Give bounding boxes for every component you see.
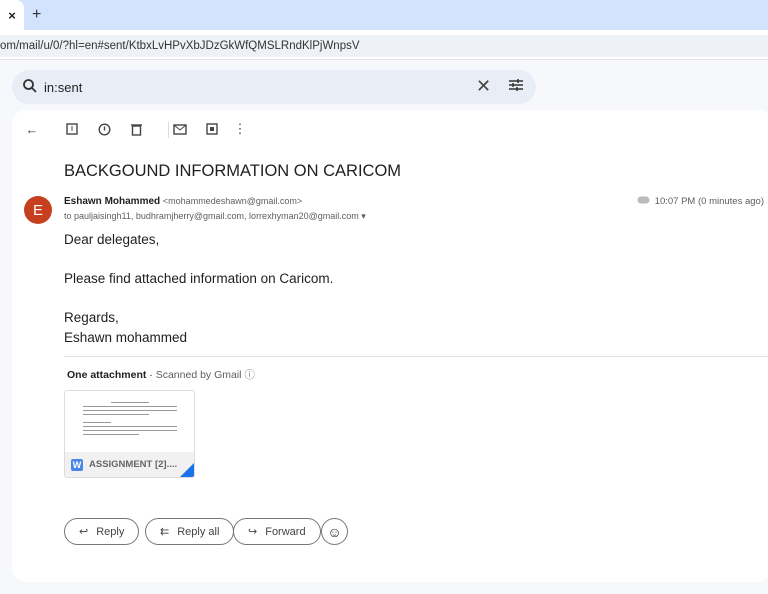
archive-icon[interactable] bbox=[62, 120, 82, 138]
search-options-icon[interactable] bbox=[508, 77, 524, 98]
body-line: Regards, bbox=[64, 310, 119, 325]
email-body: Dear delegates, Please find attached inf… bbox=[64, 230, 333, 347]
reply-all-button[interactable]: ⇇ Reply all bbox=[145, 518, 235, 545]
sender: Eshawn Mohammed <mohammedeshawn@gmail.co… bbox=[64, 196, 302, 207]
sender-email: <mohammedeshawn@gmail.com> bbox=[162, 196, 303, 206]
smiley-icon: ☺ bbox=[327, 523, 342, 540]
mark-unread-icon[interactable] bbox=[170, 120, 190, 138]
info-icon[interactable]: ⓘ bbox=[244, 369, 255, 381]
divider bbox=[64, 356, 768, 357]
body-line: Dear delegates, bbox=[64, 232, 160, 247]
attachment-header: One attachment · Scanned by Gmail ⓘ bbox=[67, 369, 255, 381]
forward-icon: ↪ bbox=[248, 526, 258, 538]
back-arrow-icon[interactable]: ← bbox=[22, 120, 42, 138]
clear-search-icon[interactable]: ✕ bbox=[476, 76, 491, 97]
delete-icon[interactable] bbox=[126, 120, 146, 138]
body-line: Please find attached information on Cari… bbox=[64, 271, 334, 286]
reply-all-label: Reply all bbox=[177, 525, 220, 538]
attachment-name: ASSIGNMENT [2].... bbox=[89, 459, 178, 470]
address-bar: om/mail/u/0/?hl=en#sent/KtbxLvHPvXbJDzGk… bbox=[0, 30, 768, 60]
document-preview bbox=[83, 399, 177, 438]
emoji-reaction-button[interactable]: ☺ bbox=[321, 518, 348, 545]
add-to-tasks-icon[interactable] bbox=[202, 120, 222, 138]
toolbar-divider bbox=[168, 122, 169, 138]
doc-corner-icon bbox=[180, 463, 194, 477]
search-icon[interactable] bbox=[22, 78, 38, 99]
more-options-icon[interactable]: ⋮ bbox=[230, 120, 250, 138]
browser-tab-bar: × + bbox=[0, 0, 768, 30]
reply-button[interactable]: ↩ Reply bbox=[64, 518, 140, 545]
search-bar[interactable]: in:sent ✕ bbox=[12, 70, 536, 104]
timestamp-text: 10:07 PM (0 minutes ago) bbox=[654, 196, 764, 207]
url-field[interactable]: om/mail/u/0/?hl=en#sent/KtbxLvHPvXbJDzGk… bbox=[0, 35, 768, 57]
word-doc-icon: W bbox=[71, 458, 83, 471]
reply-label: Reply bbox=[96, 525, 125, 538]
recipients-list: to pauljaisingh11, budhramjherry@gmail.c… bbox=[64, 211, 359, 221]
body-line: Eshawn mohammed bbox=[64, 329, 188, 345]
recipients: to pauljaisingh11, budhramjherry@gmail.c… bbox=[64, 211, 366, 222]
attachment-card[interactable]: W ASSIGNMENT [2].... bbox=[64, 390, 195, 478]
report-spam-icon[interactable] bbox=[94, 120, 114, 138]
reply-icon: ↩ bbox=[79, 526, 89, 538]
new-tab-button[interactable]: + bbox=[32, 6, 41, 24]
email-subject: BACKGOUND INFORMATION ON CARICOM bbox=[64, 162, 402, 180]
sender-name: Eshawn Mohammed bbox=[64, 196, 161, 207]
forward-label: Forward bbox=[265, 525, 306, 538]
email-view: ← ⋮ BACKGOUND INFORMATION ON CARICOM E E… bbox=[12, 110, 768, 582]
forward-button[interactable]: ↪ Forward bbox=[233, 518, 321, 545]
timestamp: 10:07 PM (0 minutes ago) bbox=[637, 196, 764, 207]
scanned-label: Scanned by Gmail bbox=[155, 369, 242, 381]
tab-close-button[interactable]: × bbox=[0, 0, 24, 30]
avatar[interactable]: E bbox=[24, 196, 52, 224]
attachment-count: One attachment bbox=[67, 369, 147, 381]
reply-all-icon: ⇇ bbox=[160, 526, 170, 538]
show-details-icon[interactable]: ▾ bbox=[361, 211, 366, 221]
attachment-icon bbox=[637, 196, 650, 207]
search-input[interactable]: in:sent bbox=[44, 80, 82, 95]
